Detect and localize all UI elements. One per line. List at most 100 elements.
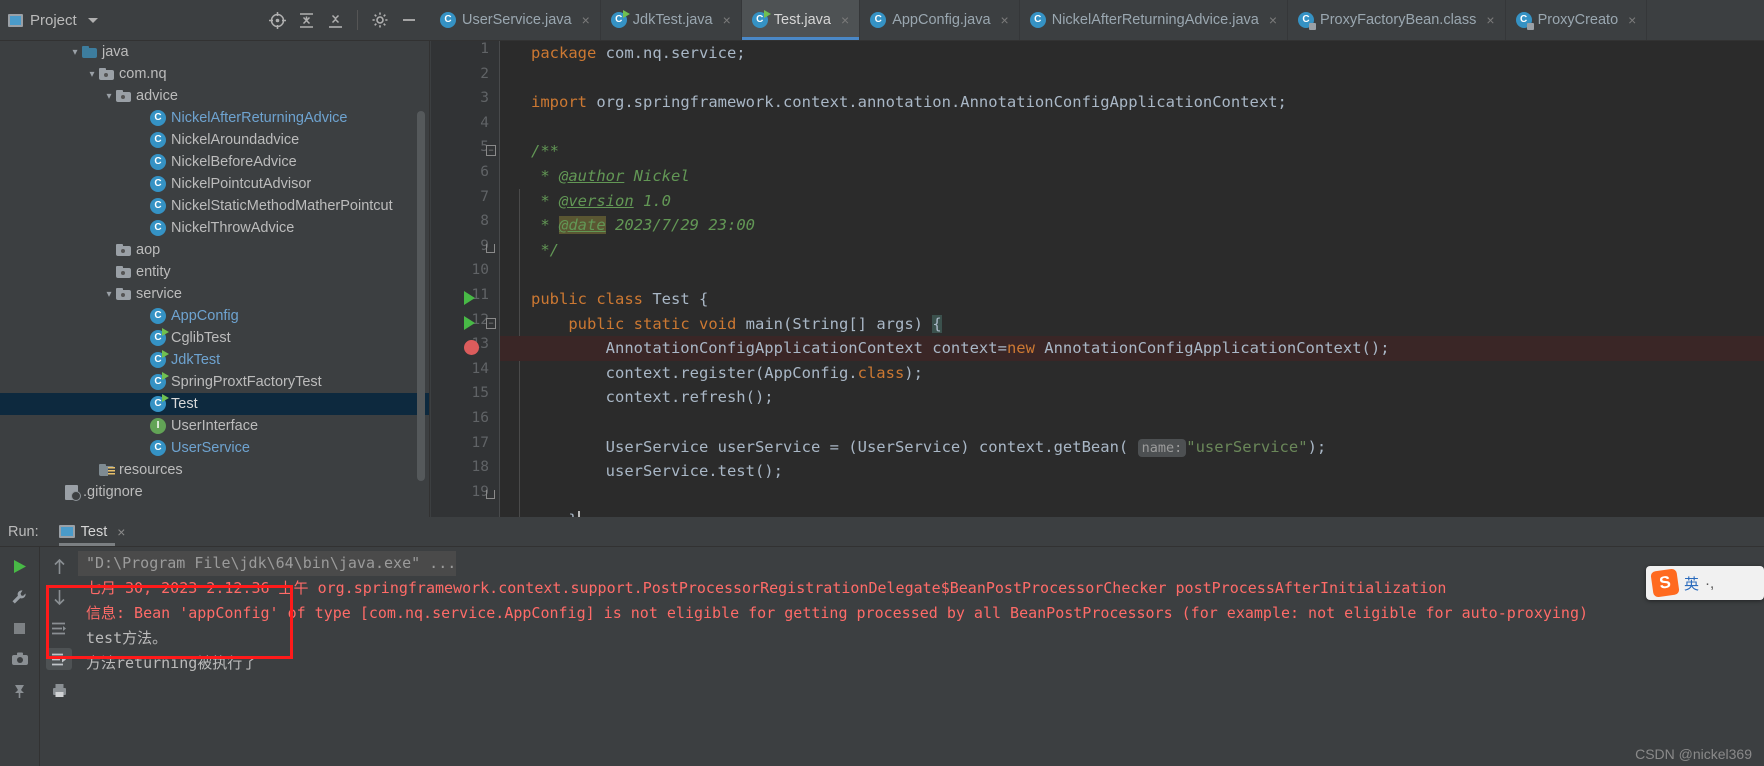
tree-item-label: NickelStaticMethodMatherPointcut (171, 198, 393, 214)
tree-item-nickelpointcutadvisor[interactable]: C NickelPointcutAdvisor (0, 173, 429, 195)
fold-column[interactable]: − − (486, 41, 500, 517)
run-icon[interactable] (7, 555, 33, 577)
interface-icon: I (150, 418, 166, 434)
tree-item-service[interactable]: ▾ service (0, 283, 429, 305)
sogou-ime-widget[interactable]: S 英 ·, (1646, 566, 1764, 600)
runnable-class-icon: C (150, 328, 169, 346)
code-content[interactable]: package com.nq.service; import org.sprin… (500, 41, 1764, 517)
run-gutter-icon[interactable] (464, 315, 480, 332)
console-line: 七月 30, 2023 2:12:36 上午 org.springframewo… (86, 579, 1447, 597)
project-title-button[interactable]: Project (8, 12, 98, 29)
tree-item-java[interactable]: ▾ java (0, 41, 429, 63)
runnable-class-icon: C (751, 10, 771, 28)
fold-end-icon[interactable] (486, 489, 495, 499)
chevron-down-icon[interactable] (87, 17, 98, 23)
stop-icon[interactable] (7, 617, 33, 639)
run-gutter-icon[interactable] (464, 291, 480, 307)
close-icon[interactable]: × (841, 12, 849, 28)
gear-icon[interactable] (366, 7, 393, 34)
run-configuration-tab[interactable]: Test × (58, 524, 125, 546)
project-header-actions (264, 7, 422, 34)
project-tree[interactable]: ▾ java ▾ com.nq ▾ advice C NickelAfterReturning… (0, 41, 430, 517)
tree-item-aop[interactable]: aop (0, 239, 429, 261)
line-number: 1 (480, 41, 489, 57)
tree-item-nickelthrowadvice[interactable]: C NickelThrowAdvice (0, 217, 429, 239)
tree-item-appconfig[interactable]: C AppConfig (0, 305, 429, 327)
console-line: 信息: Bean 'appConfig' of type [com.nq.ser… (86, 604, 1589, 622)
camera-icon[interactable] (7, 648, 33, 670)
package-icon (116, 90, 131, 102)
scroll-up-icon[interactable] (46, 555, 72, 577)
breakpoint-line: AnnotationConfigApplicationContext conte… (500, 336, 1764, 361)
close-icon[interactable]: × (1628, 12, 1636, 28)
method-name-main: main (736, 314, 784, 333)
tree-item-label: CglibTest (171, 330, 231, 346)
scroll-to-end-icon[interactable] (46, 648, 72, 670)
tree-item-cglibtest[interactable]: C CglibTest (0, 327, 429, 349)
class-icon: C (150, 308, 166, 324)
tree-item-userinterface[interactable]: I UserInterface (0, 415, 429, 437)
editor-tab-userservice-java[interactable]: C UserService.java × (430, 0, 601, 40)
code-keyword: package (531, 44, 597, 62)
minimize-icon[interactable] (395, 7, 422, 34)
chevron-down-icon[interactable]: ▾ (68, 47, 82, 58)
line-number: 19 (471, 483, 489, 500)
scroll-down-icon[interactable] (46, 586, 72, 608)
breakpoint-icon[interactable] (464, 340, 480, 356)
editor-tab-proxycreato[interactable]: C ProxyCreato × (1506, 0, 1648, 40)
wrench-icon[interactable] (7, 586, 33, 608)
editor-tab-jdktest-java[interactable]: C JdkTest.java × (601, 0, 742, 40)
ime-language-label[interactable]: 英 (1684, 573, 1699, 594)
soft-wrap-icon[interactable] (46, 617, 72, 639)
print-icon[interactable] (46, 679, 72, 701)
editor-tab-test-java[interactable]: C Test.java × (741, 0, 861, 40)
tree-item-nickelaroundadvice[interactable]: C NickelAroundadvice (0, 129, 429, 151)
editor-tab-appconfig-java[interactable]: C AppConfig.java × (860, 0, 1020, 40)
close-icon[interactable]: × (117, 524, 125, 540)
close-icon[interactable]: × (723, 12, 731, 28)
close-icon[interactable]: × (1001, 12, 1009, 28)
tree-item-advice[interactable]: ▾ advice (0, 85, 429, 107)
target-icon[interactable] (264, 7, 291, 34)
runnable-class-icon: C (150, 350, 169, 368)
watermark: CSDN @nickel369 (1635, 746, 1752, 762)
sidebar-scrollbar[interactable] (417, 111, 425, 481)
tree-item-label: NickelAroundadvice (171, 132, 300, 148)
chevron-down-icon[interactable]: ▾ (102, 91, 116, 102)
ime-punctuation-label[interactable]: ·, (1705, 575, 1714, 592)
close-icon[interactable]: × (1269, 12, 1277, 28)
tree-item--gitignore[interactable]: .gitignore (0, 481, 429, 503)
runnable-class-icon: C (150, 372, 169, 390)
tree-item-test[interactable]: C Test (0, 393, 429, 415)
tree-item-label: JdkTest (171, 352, 221, 368)
tree-item-nickelafterreturningadvice[interactable]: C NickelAfterReturningAdvice (0, 107, 429, 129)
fold-toggle-icon[interactable]: − (486, 145, 496, 157)
tree-item-springproxtfactorytest[interactable]: C SpringProxtFactoryTest (0, 371, 429, 393)
tree-item-label: service (136, 286, 182, 302)
tree-item-com-nq[interactable]: ▾ com.nq (0, 63, 429, 85)
pin-icon[interactable] (7, 679, 33, 701)
editor-tab-proxyfactorybean-class[interactable]: C ProxyFactoryBean.class × (1288, 0, 1506, 40)
tree-item-resources[interactable]: resources (0, 459, 429, 481)
class-icon: C (150, 110, 166, 126)
collapse-all-icon[interactable] (293, 7, 320, 34)
code-editor[interactable]: 1 2 3 4 5 6 7 8 9 10 11 12 13 14 15 16 17 18 19 − − package… (431, 41, 1764, 517)
chevron-down-icon[interactable]: ▾ (102, 289, 116, 300)
tree-item-label: aop (136, 242, 161, 258)
expand-all-icon[interactable] (322, 7, 349, 34)
fold-toggle-icon[interactable]: − (486, 317, 496, 329)
package-icon (116, 266, 131, 278)
console-output[interactable]: "D:\Program File\jdk\64\bin\java.exe" ..… (78, 547, 1764, 766)
tree-item-entity[interactable]: entity (0, 261, 429, 283)
fold-end-icon[interactable] (486, 243, 495, 253)
tree-item-nickelstaticmethodmatherpointcut[interactable]: C NickelStaticMethodMatherPointcut (0, 195, 429, 217)
tree-item-nickelbeforeadvice[interactable]: C NickelBeforeAdvice (0, 151, 429, 173)
class-icon: C (150, 440, 166, 456)
chevron-down-icon[interactable]: ▾ (85, 69, 99, 80)
editor-tab-nickelafterreturningadvice-java[interactable]: C NickelAfterReturningAdvice.java × (1020, 0, 1289, 40)
tree-item-jdktest[interactable]: C JdkTest (0, 349, 429, 371)
line-number: 3 (480, 90, 489, 107)
close-icon[interactable]: × (582, 12, 590, 28)
tree-item-userservice[interactable]: C UserService (0, 437, 429, 459)
close-icon[interactable]: × (1486, 12, 1494, 28)
